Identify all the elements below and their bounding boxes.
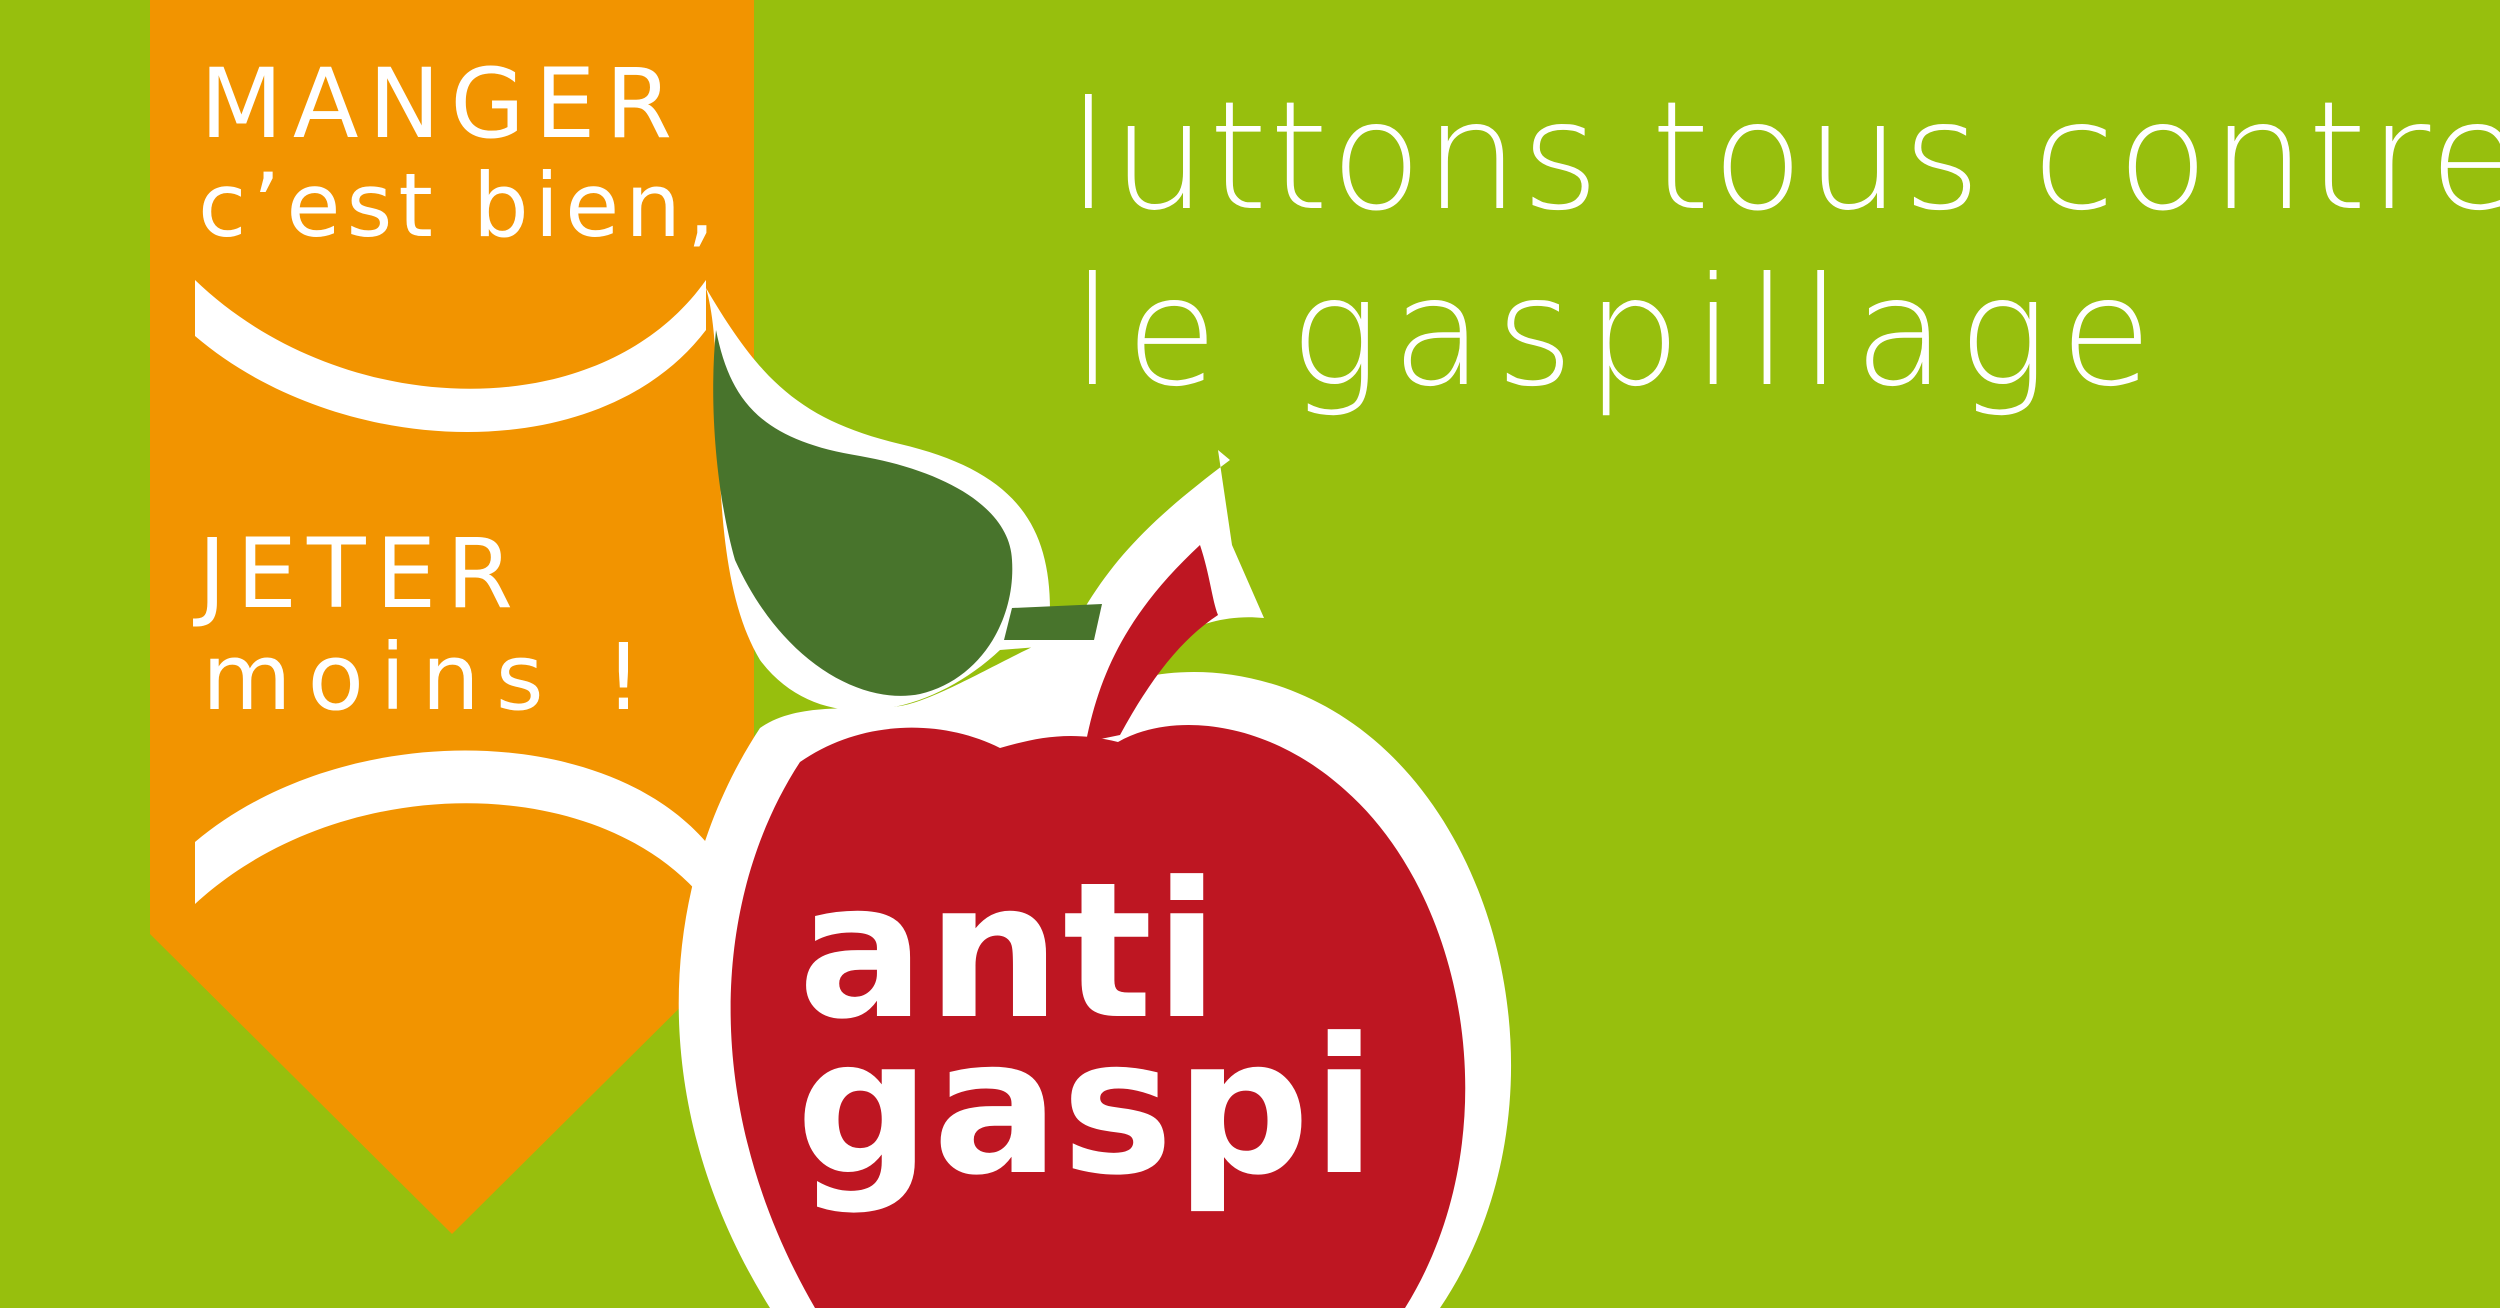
headline-line-2: le gaspillage — [1072, 246, 2165, 420]
leaf-stem-icon — [1004, 604, 1102, 640]
poster-background: MANGER c’est bien, JETER moins ! luttons… — [0, 0, 2500, 1308]
slogan-line-cest-bien: c’est bien, — [198, 154, 722, 257]
slogan-line-moins: moins ! — [202, 624, 658, 731]
headline-line-1: luttons tous contre — [1068, 70, 2500, 244]
slogan-line-manger: MANGER — [200, 48, 683, 160]
logo-text-gaspi: gaspi — [796, 998, 1379, 1217]
slogan-line-jeter: JETER — [198, 518, 523, 630]
